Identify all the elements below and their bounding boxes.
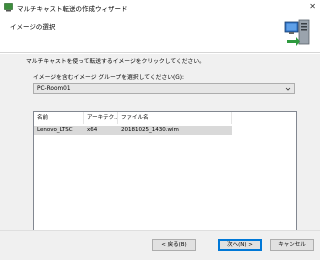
image-group-label: イメージを含むイメージ グループを選択してください(G):	[33, 75, 185, 81]
image-architecture: x64	[87, 127, 98, 133]
image-list[interactable]: 名前 アーキテク... ファイル名 Lenovo_LTSC x64 201810…	[33, 111, 297, 238]
image-group-value: PC-Room01	[37, 85, 71, 92]
back-button[interactable]: < 戻る(B)	[152, 239, 196, 251]
window-title: マルチキャスト転送の作成ウィザード	[17, 5, 128, 13]
deployment-server-icon	[284, 19, 310, 46]
image-name: Lenovo_LTSC	[37, 127, 73, 133]
column-header-filename[interactable]: ファイル名	[118, 112, 232, 124]
app-icon	[4, 3, 13, 12]
close-icon[interactable]: ✕	[309, 2, 316, 11]
wizard-window: マルチキャスト転送の作成ウィザード ✕ イメージの選択 マルチキャストを使って転…	[0, 0, 320, 260]
image-group-select[interactable]: PC-Room01	[33, 83, 295, 94]
wizard-footer: < 戻る(B) 次へ(N) > キャンセル	[0, 230, 320, 260]
column-header-name[interactable]: 名前	[34, 112, 84, 124]
image-filename: 20181025_1430.wim	[121, 127, 179, 133]
wizard-header: イメージの選択	[0, 15, 320, 53]
title-bar: マルチキャスト転送の作成ウィザード ✕	[0, 0, 320, 15]
list-item[interactable]: Lenovo_LTSC x64 20181025_1430.wim	[34, 126, 232, 135]
cancel-button[interactable]: キャンセル	[270, 239, 314, 251]
instruction-text: マルチキャストを使って転送するイメージをクリックしてください。	[26, 59, 205, 65]
chevron-down-icon	[285, 87, 291, 91]
column-header-architecture[interactable]: アーキテク...	[84, 112, 118, 124]
list-header: 名前 アーキテク... ファイル名	[34, 112, 296, 124]
next-button[interactable]: 次へ(N) >	[218, 239, 262, 251]
page-title: イメージの選択	[10, 23, 56, 31]
wizard-content: マルチキャストを使って転送するイメージをクリックしてください。 イメージを含むイ…	[0, 54, 320, 238]
